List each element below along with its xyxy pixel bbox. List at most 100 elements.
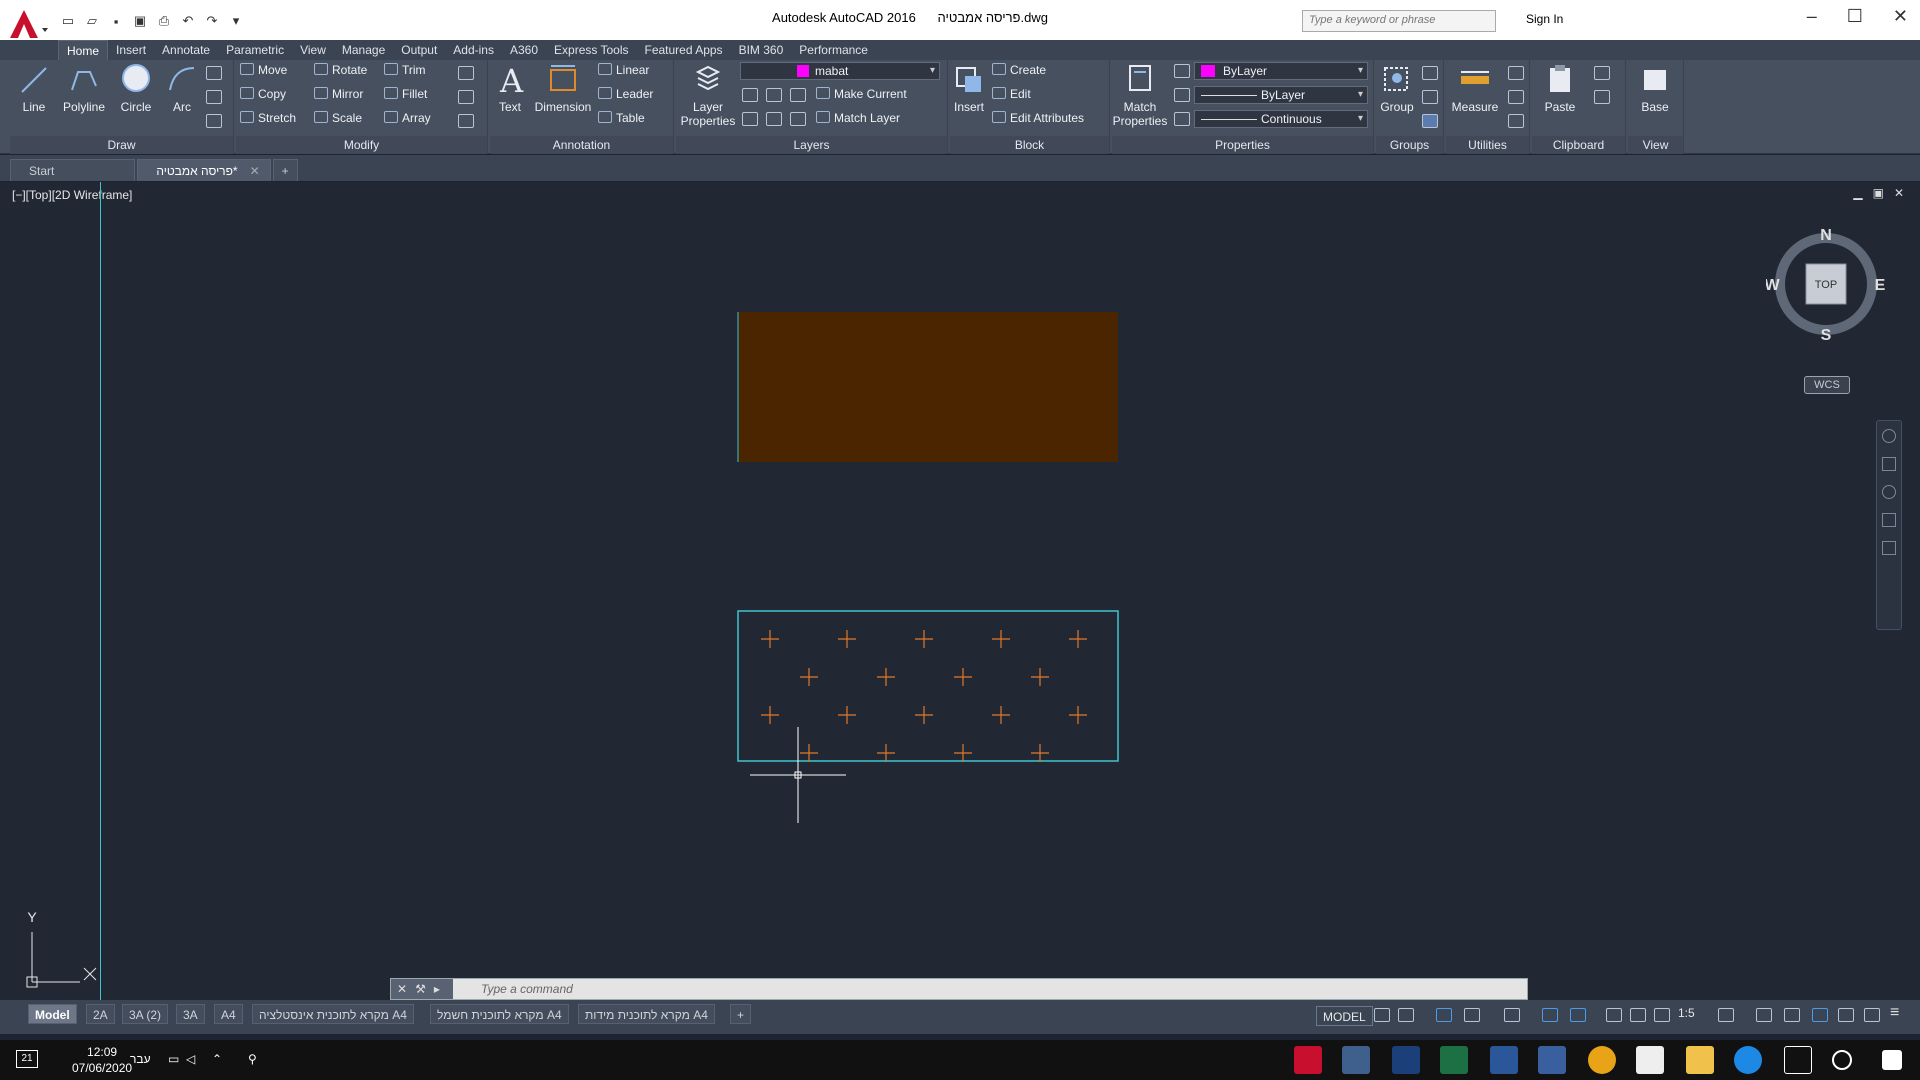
model-space-button[interactable]: MODEL (1316, 1006, 1373, 1026)
add-layout-button[interactable]: + (730, 1004, 752, 1024)
color-dropdown[interactable]: ByLayer (1194, 62, 1368, 80)
explode-icon[interactable] (458, 90, 474, 104)
panel-title-layers[interactable]: Layers (676, 136, 947, 154)
people-icon[interactable]: ⚲ (248, 1052, 257, 1066)
steering-wheel-icon[interactable] (1882, 429, 1896, 443)
notification-icon[interactable]: 21 (16, 1050, 38, 1068)
array-button[interactable]: Array (384, 108, 431, 128)
command-close-icon[interactable]: ✕ (397, 982, 407, 996)
compass-north[interactable]: N (1820, 227, 1832, 244)
group-edit-icon[interactable] (1422, 90, 1438, 104)
compass-west[interactable]: W (1766, 277, 1780, 294)
copy-clip-icon[interactable] (1594, 90, 1610, 104)
search-icon[interactable] (1832, 1050, 1852, 1070)
tab-output[interactable]: Output (393, 40, 445, 60)
panel-title-modify[interactable]: Modify (236, 136, 487, 154)
object-snap-tracking-icon[interactable] (1542, 1008, 1558, 1022)
wcs-menu[interactable]: WCS (1804, 376, 1850, 394)
copy-button[interactable]: Copy (240, 84, 286, 104)
edit-block-button[interactable]: Edit (992, 84, 1031, 104)
line-button[interactable]: Line (14, 62, 54, 114)
command-customize-icon[interactable]: ⚒ (415, 982, 426, 996)
chrome-taskbar-icon[interactable] (1588, 1046, 1616, 1074)
layer-off-icon[interactable] (742, 88, 758, 102)
annotation-scale-icon[interactable] (1654, 1008, 1670, 1022)
drawing-canvas[interactable]: Y (0, 182, 1920, 1000)
file-tab-start[interactable]: Start (10, 159, 136, 181)
customization-menu-icon[interactable]: ≡ (1890, 1004, 1906, 1021)
measure-button[interactable]: Measure (1446, 62, 1504, 114)
linetype-dropdown[interactable]: Continuous (1194, 110, 1368, 128)
calculator-icon[interactable] (1508, 114, 1524, 128)
layout-tab-model[interactable]: Model (28, 1004, 77, 1024)
autocad-taskbar-icon[interactable] (1294, 1046, 1322, 1074)
sign-in-button[interactable]: Sign In (1526, 12, 1563, 26)
layout-tab-3a[interactable]: 3A (176, 1004, 205, 1024)
object-snap-icon[interactable] (1570, 1008, 1586, 1022)
match-properties-button[interactable]: Match Properties (1112, 62, 1168, 128)
mail-taskbar-icon[interactable] (1636, 1046, 1664, 1074)
new-tab-button[interactable]: + (272, 159, 298, 181)
viewcube[interactable]: TOP N S E W (1766, 224, 1886, 344)
panel-title-groups[interactable]: Groups (1376, 136, 1443, 154)
polyline-button[interactable]: Polyline (54, 62, 114, 114)
close-tab-icon[interactable]: ✕ (250, 164, 260, 178)
arc-button[interactable]: Arc (160, 62, 204, 114)
scale-button[interactable]: Scale (314, 108, 362, 128)
panel-title-utilities[interactable]: Utilities (1446, 136, 1529, 154)
rotate-button[interactable]: Rotate (314, 60, 367, 80)
fillet-button[interactable]: Fillet (384, 84, 427, 104)
tab-bim360[interactable]: BIM 360 (731, 40, 792, 60)
windows-start-icon[interactable] (1882, 1050, 1902, 1070)
input-language[interactable]: עבר (130, 1052, 151, 1066)
panel-title-annotation[interactable]: Annotation (490, 136, 673, 154)
trim-button[interactable]: Trim (384, 60, 426, 80)
layer-walk-icon[interactable] (790, 112, 806, 126)
paste-button[interactable]: Paste (1536, 62, 1584, 114)
tile-rectangle[interactable] (737, 610, 1119, 762)
word-taskbar-icon[interactable] (1490, 1046, 1518, 1074)
task-view-icon[interactable] (1784, 1046, 1812, 1074)
layer-freeze-icon[interactable] (790, 88, 806, 102)
make-current-button[interactable]: Make Current (816, 84, 907, 104)
clean-screen-icon[interactable] (1864, 1008, 1880, 1022)
layout-tab-3a-2[interactable]: 3A (2) (122, 1004, 169, 1024)
layout-tab-a4[interactable]: A4 (214, 1004, 243, 1024)
workspace-gear-icon[interactable] (1718, 1008, 1734, 1022)
panel-title-block[interactable]: Block (950, 136, 1109, 154)
annotation-scale-value[interactable]: 1:5 (1678, 1006, 1695, 1020)
excel-taskbar-icon[interactable] (1440, 1046, 1468, 1074)
tab-addins[interactable]: Add-ins (445, 40, 502, 60)
orbit-icon[interactable] (1882, 513, 1896, 527)
layer-lock-icon[interactable] (742, 112, 758, 126)
dimension-button[interactable]: Dimension (530, 62, 596, 114)
minimize-icon[interactable]: – (1807, 6, 1817, 27)
tab-annotate[interactable]: Annotate (154, 40, 218, 60)
hardware-acceleration-icon[interactable] (1812, 1008, 1828, 1022)
layer-unlock-icon[interactable] (766, 112, 782, 126)
layout-tab-plumbing[interactable]: מקרא לתוכנית אינסטלציה A4 (252, 1004, 414, 1024)
annotation-monitor-icon[interactable] (1756, 1008, 1772, 1022)
compass-south[interactable]: S (1821, 327, 1832, 344)
tab-featured-apps[interactable]: Featured Apps (637, 40, 731, 60)
hatch-icon[interactable] (206, 90, 222, 104)
insert-block-button[interactable]: Insert (950, 62, 988, 114)
lineweight-dropdown[interactable]: ByLayer (1194, 86, 1368, 104)
maximize-icon[interactable]: ☐ (1847, 6, 1863, 27)
edge-taskbar-icon[interactable] (1734, 1046, 1762, 1074)
panel-title-properties[interactable]: Properties (1112, 136, 1373, 154)
compass-east[interactable]: E (1875, 277, 1886, 294)
tab-parametric[interactable]: Parametric (218, 40, 292, 60)
move-button[interactable]: Move (240, 60, 287, 80)
drawing-viewport[interactable]: [−][Top][2D Wireframe] ▁ ▣ ✕ Y TOP N S E… (0, 182, 1920, 1000)
base-view-button[interactable]: Base (1630, 62, 1680, 114)
command-recent-icon[interactable]: ▸ (434, 982, 440, 996)
table-button[interactable]: Table (598, 108, 645, 128)
units-icon[interactable] (1784, 1008, 1800, 1022)
panel-title-clipboard[interactable]: Clipboard (1532, 136, 1625, 154)
zoom-icon[interactable] (1882, 485, 1896, 499)
group-selection-icon[interactable] (1422, 114, 1438, 128)
reader-taskbar-icon[interactable] (1538, 1046, 1566, 1074)
snap-icon[interactable] (1398, 1008, 1414, 1022)
polar-icon[interactable] (1464, 1008, 1480, 1022)
